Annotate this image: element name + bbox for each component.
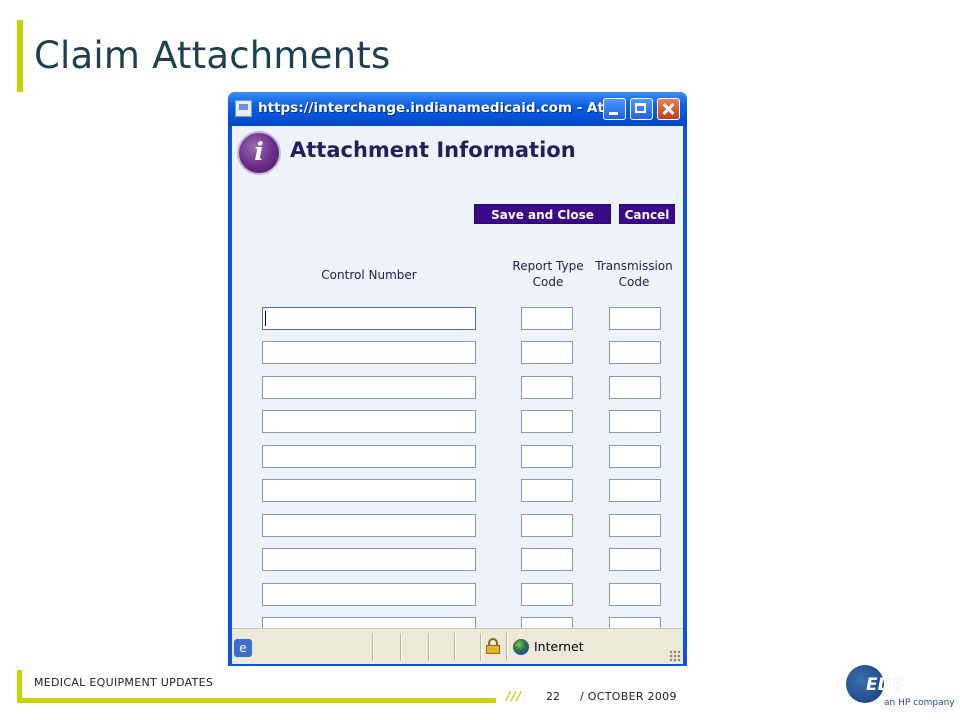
attachment-row: [232, 479, 683, 503]
page-heading: Attachment Information: [290, 138, 576, 162]
minimize-button[interactable]: [603, 98, 626, 120]
column-header-control-number: Control Number: [321, 268, 417, 282]
attachment-row: [232, 341, 683, 365]
report-type-code-input[interactable]: [521, 376, 573, 399]
security-zone[interactable]: Internet: [534, 639, 584, 654]
footer-label: MEDICAL EQUIPMENT UPDATES: [34, 676, 214, 689]
status-divider: [506, 633, 508, 661]
control-number-input[interactable]: [262, 341, 476, 364]
status-divider: [428, 633, 430, 661]
transmission-code-input[interactable]: [609, 307, 661, 330]
report-type-code-input[interactable]: [521, 617, 573, 628]
control-number-input[interactable]: [262, 617, 476, 628]
report-type-code-input[interactable]: [521, 583, 573, 606]
control-number-input[interactable]: [262, 548, 476, 571]
report-type-code-input[interactable]: [521, 307, 573, 330]
browser-popup-window: https://interchange.indianamedicaid.com …: [228, 92, 687, 666]
close-button[interactable]: [657, 98, 680, 120]
report-type-code-input[interactable]: [521, 341, 573, 364]
brand-tagline: an HP company: [884, 698, 955, 708]
window-titlebar[interactable]: https://interchange.indianamedicaid.com …: [228, 92, 687, 126]
report-type-code-input[interactable]: [521, 445, 573, 468]
info-logo-icon: i: [237, 131, 281, 175]
footer-date: / OCTOBER 2009: [580, 690, 677, 703]
attachment-row: [232, 514, 683, 538]
transmission-code-input[interactable]: [609, 410, 661, 433]
info-logo-letter: i: [254, 137, 264, 166]
brand-name: EDS: [866, 675, 904, 695]
window-content: i Attachment Information Save and Close …: [232, 126, 683, 628]
report-type-code-input[interactable]: [521, 410, 573, 433]
globe-icon: [513, 639, 529, 655]
footer-slashes: ///: [506, 689, 523, 703]
transmission-code-input[interactable]: [609, 376, 661, 399]
transmission-code-input[interactable]: [609, 583, 661, 606]
transmission-code-input[interactable]: [609, 514, 661, 537]
title-accent-bar: [17, 20, 23, 92]
attachment-row: [232, 445, 683, 469]
column-header-report-type-code: Report Type Code: [512, 259, 584, 289]
control-number-input[interactable]: [262, 445, 476, 468]
status-divider: [480, 633, 482, 661]
control-number-input[interactable]: [262, 514, 476, 537]
control-number-input[interactable]: [262, 307, 476, 330]
attachment-row: [232, 410, 683, 434]
cancel-button[interactable]: Cancel: [619, 204, 675, 224]
control-number-input[interactable]: [262, 479, 476, 502]
attachment-row: [232, 307, 683, 331]
status-divider: [372, 633, 374, 661]
control-number-input[interactable]: [262, 376, 476, 399]
ie-page-icon[interactable]: [235, 100, 252, 117]
transmission-code-input[interactable]: [609, 479, 661, 502]
transmission-code-input[interactable]: [609, 445, 661, 468]
transmission-code-input[interactable]: [609, 617, 661, 628]
resize-grip[interactable]: [669, 650, 681, 662]
attachment-row: [232, 376, 683, 400]
column-header-transmission-code: Transmission Code: [595, 259, 673, 289]
control-number-input[interactable]: [262, 410, 476, 433]
report-type-code-input[interactable]: [521, 514, 573, 537]
maximize-button[interactable]: [630, 98, 653, 120]
footer-accent-line: [17, 698, 496, 703]
control-number-input[interactable]: [262, 583, 476, 606]
save-and-close-button[interactable]: Save and Close: [474, 204, 611, 224]
status-divider: [400, 633, 402, 661]
attachment-row: [232, 617, 683, 628]
lock-icon[interactable]: [486, 638, 500, 654]
slide-title: Claim Attachments: [34, 34, 391, 77]
status-bar: e Internet: [232, 628, 683, 664]
transmission-code-input[interactable]: [609, 341, 661, 364]
window-title: https://interchange.indianamedicaid.com …: [258, 100, 620, 116]
page-number: 22: [546, 690, 560, 703]
text-caret: [265, 311, 266, 326]
attachment-row: [232, 548, 683, 572]
report-type-code-input[interactable]: [521, 548, 573, 571]
status-divider: [454, 633, 456, 661]
transmission-code-input[interactable]: [609, 548, 661, 571]
ie-page-icon: e: [234, 639, 252, 657]
report-type-code-input[interactable]: [521, 479, 573, 502]
attachment-row: [232, 583, 683, 607]
